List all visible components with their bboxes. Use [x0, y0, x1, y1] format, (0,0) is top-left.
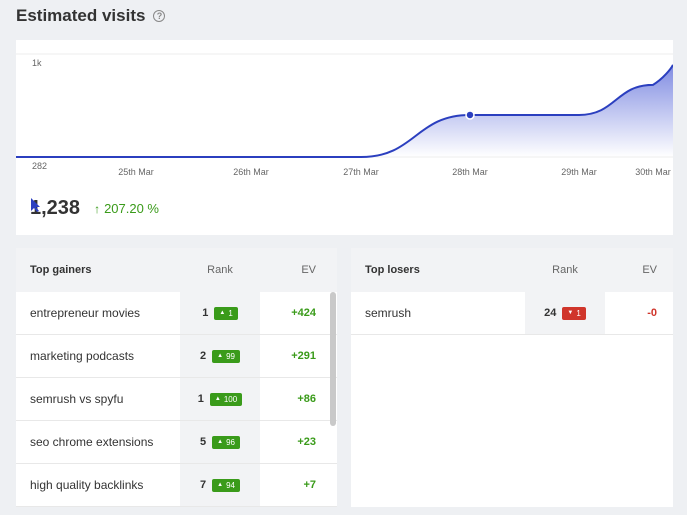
rank-value: 7	[200, 479, 207, 491]
losers-header-name: Top losers	[365, 264, 420, 276]
chart-svg[interactable]: 1k 282 25th Mar 26th Mar 27th Mar 28th Mar 2…	[16, 40, 673, 195]
ev-cell: -0	[647, 307, 657, 319]
ev-cell: +291	[291, 350, 316, 362]
highlight-point[interactable]	[465, 110, 475, 120]
rank-change-badge: ▲ 100	[209, 392, 243, 406]
visits-change-value: 207.20 %	[104, 201, 159, 216]
rank-change-badge: ▲ 94	[212, 478, 240, 492]
rank-cell: 24 ▼ 1	[525, 292, 605, 334]
rank-change-value: 99	[226, 351, 235, 361]
y-tick-label-min: 282	[32, 161, 47, 171]
x-tick-label: 25th Mar	[118, 167, 154, 177]
rank-change-value: 1	[576, 308, 581, 318]
page-title-text: Estimated visits	[16, 6, 146, 25]
losers-header: Top losers Rank EV	[351, 248, 673, 292]
rank-change-value: 94	[226, 480, 235, 490]
rank-cell: 2 ▲ 99	[180, 335, 260, 377]
y-tick-label-max: 1k	[32, 58, 42, 68]
arrow-up-icon: ↑	[94, 201, 101, 216]
rank-value: 24	[544, 307, 557, 319]
table-row[interactable]: seo chrome extensions 5 ▲ 96 +23	[16, 421, 337, 464]
rank-value: 1	[197, 393, 204, 405]
caret-up-icon: ▲	[214, 396, 221, 402]
top-losers-table: Top losers Rank EV semrush 24 ▼ 1 -0	[351, 248, 673, 507]
x-tick-label: 30th Mar	[635, 167, 671, 177]
rank-change-badge: ▲ 96	[212, 435, 240, 449]
rank-cell: 7 ▲ 94	[180, 464, 260, 506]
caret-up-icon: ▲	[219, 310, 226, 316]
ev-cell: +7	[303, 479, 316, 491]
x-tick-label: 28th Mar	[452, 167, 488, 177]
losers-header-rank[interactable]: Rank	[525, 264, 605, 276]
keyword-cell[interactable]: entrepreneur movies	[16, 306, 180, 320]
ev-cell: +86	[297, 393, 316, 405]
rank-change-value: 1	[228, 308, 233, 318]
keyword-cell[interactable]: semrush vs spyfu	[16, 392, 180, 406]
caret-down-icon: ▼	[567, 310, 574, 316]
keyword-cell[interactable]: semrush	[351, 306, 525, 320]
rank-change-badge: ▼ 1	[562, 306, 586, 320]
caret-up-icon: ▲	[217, 482, 224, 488]
caret-up-icon: ▲	[217, 353, 224, 359]
visits-change: ↑ 207.20 %	[94, 201, 159, 216]
question-circle-icon[interactable]: ?	[153, 10, 166, 22]
rank-change-badge: ▲ 99	[212, 349, 240, 363]
keyword-cell[interactable]: marketing podcasts	[16, 349, 180, 363]
losers-header-ev[interactable]: EV	[605, 264, 663, 276]
cursor-icon	[31, 198, 40, 212]
gainers-header-ev[interactable]: EV	[260, 264, 322, 276]
ev-cell: +23	[297, 436, 316, 448]
gainers-header-name: Top gainers	[30, 264, 92, 276]
keyword-cell[interactable]: high quality backlinks	[16, 478, 180, 492]
ev-cell: +424	[291, 307, 316, 319]
rank-cell: 1 ▲ 100	[180, 378, 260, 420]
rank-cell: 1 ▲ 1	[180, 292, 260, 334]
table-row[interactable]: entrepreneur movies 1 ▲ 1 +424	[16, 292, 337, 335]
rank-value: 5	[200, 436, 207, 448]
gainers-scrollbar[interactable]	[330, 292, 336, 426]
caret-up-icon: ▲	[217, 439, 224, 445]
rank-value: 2	[200, 350, 207, 362]
page-title: Estimated visits ?	[16, 6, 166, 26]
gainers-header-rank[interactable]: Rank	[180, 264, 260, 276]
rank-change-value: 96	[226, 437, 235, 447]
visits-summary: 1,238 ↑ 207.20 %	[30, 197, 159, 220]
table-row[interactable]: semrush vs spyfu 1 ▲ 100 +86	[16, 378, 337, 421]
top-gainers-table: Top gainers Rank EV entrepreneur movies 1…	[16, 248, 337, 507]
chart-area	[16, 64, 673, 157]
x-tick-label: 29th Mar	[561, 167, 597, 177]
rank-cell: 5 ▲ 96	[180, 421, 260, 463]
x-tick-label: 26th Mar	[233, 167, 269, 177]
rank-change-badge: ▲ 1	[214, 306, 238, 320]
estimated-visits-chart: 1k 282 25th Mar 26th Mar 27th Mar 28th Mar 2…	[16, 40, 673, 235]
rank-value: 1	[202, 307, 209, 319]
x-tick-label: 27th Mar	[343, 167, 379, 177]
gainers-header: Top gainers Rank EV	[16, 248, 337, 292]
rank-change-value: 100	[223, 394, 238, 404]
table-row[interactable]: semrush 24 ▼ 1 -0	[351, 292, 673, 335]
keyword-cell[interactable]: seo chrome extensions	[16, 435, 180, 449]
table-row[interactable]: high quality backlinks 7 ▲ 94 +7	[16, 464, 337, 507]
table-row[interactable]: marketing podcasts 2 ▲ 99 +291	[16, 335, 337, 378]
